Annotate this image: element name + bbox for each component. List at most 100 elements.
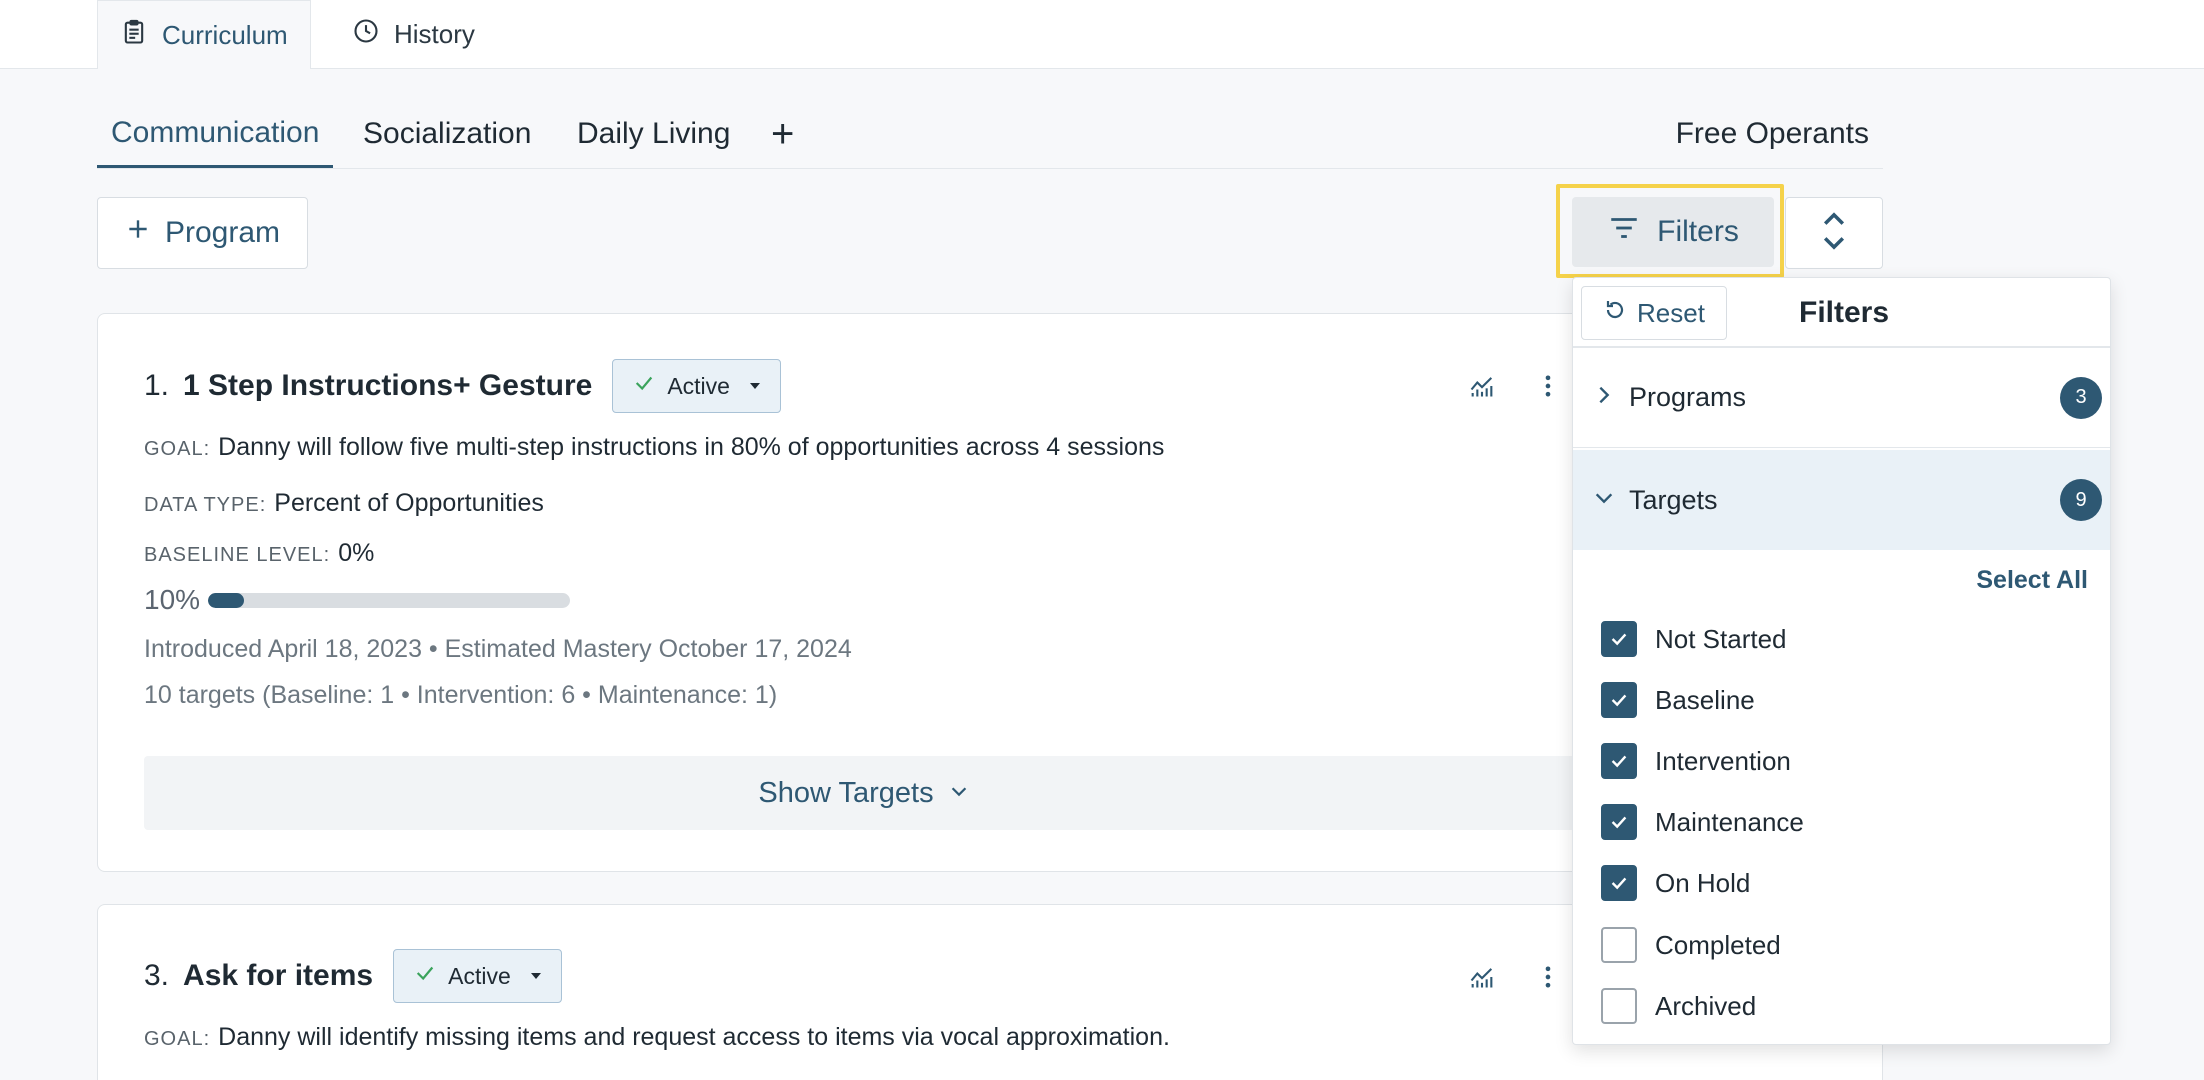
goal-text: Danny will identify missing items and re… bbox=[218, 1023, 1170, 1051]
program-dates: Introduced April 18, 2023 • Estimated Ma… bbox=[144, 635, 852, 663]
program-name[interactable]: 1 Step Instructions+ Gesture bbox=[183, 369, 592, 403]
program-title: 3. Ask for items Active bbox=[144, 949, 562, 1003]
program-actions bbox=[1468, 963, 1562, 996]
program-actions bbox=[1468, 372, 1562, 405]
progress-percent: 10% bbox=[144, 584, 201, 615]
expand-collapse-button[interactable] bbox=[1785, 197, 1883, 269]
select-all-link[interactable]: Select All bbox=[1976, 566, 2088, 595]
subject-tabs: Communication Socialization Daily Living… bbox=[97, 100, 1883, 169]
filter-section-targets[interactable]: Targets 9 bbox=[1573, 450, 2110, 550]
checkbox-checked[interactable] bbox=[1601, 865, 1637, 901]
tab-daily-living[interactable]: Daily Living bbox=[563, 100, 744, 168]
filters-button-label: Filters bbox=[1657, 215, 1739, 248]
check-icon bbox=[1611, 816, 1627, 829]
plus-icon bbox=[125, 216, 151, 250]
reset-button[interactable]: Reset bbox=[1581, 286, 1727, 340]
count-badge: 3 bbox=[2060, 376, 2102, 419]
section-label: Targets bbox=[1629, 484, 1718, 515]
progress-bar bbox=[208, 592, 570, 608]
status-dropdown[interactable]: Active bbox=[612, 359, 781, 413]
unfold-icon bbox=[1819, 209, 1849, 258]
checkbox-unchecked[interactable] bbox=[1601, 927, 1637, 963]
filter-option-label: Completed bbox=[1655, 929, 1781, 960]
tab-history[interactable]: History bbox=[330, 0, 497, 69]
chevron-down-icon bbox=[948, 777, 970, 810]
filter-section-programs[interactable]: Programs 3 bbox=[1573, 348, 2110, 448]
status-label: Active bbox=[667, 372, 730, 399]
filters-panel: Reset Filters Programs 3 Targets 9 Selec… bbox=[1572, 277, 2111, 1045]
reset-icon bbox=[1603, 298, 1627, 329]
tab-communication[interactable]: Communication bbox=[97, 100, 334, 168]
check-icon bbox=[633, 372, 655, 401]
more-vertical-icon[interactable] bbox=[1534, 372, 1562, 405]
filter-option[interactable]: Maintenance bbox=[1601, 804, 1804, 840]
status-label: Active bbox=[448, 962, 511, 989]
filter-option-label: Baseline bbox=[1655, 684, 1755, 715]
check-icon bbox=[414, 962, 436, 991]
baseline-value: 0% bbox=[338, 539, 375, 567]
goal-field: GOAL: Danny will identify missing items … bbox=[144, 1023, 1170, 1052]
filters-button[interactable]: Filters bbox=[1572, 197, 1774, 267]
show-targets-label: Show Targets bbox=[758, 776, 934, 809]
caret-down-icon bbox=[530, 973, 541, 979]
filter-option-label: Maintenance bbox=[1655, 806, 1804, 837]
filter-option[interactable]: Intervention bbox=[1601, 743, 1791, 779]
filter-option[interactable]: On Hold bbox=[1601, 865, 1750, 901]
reset-label: Reset bbox=[1637, 297, 1705, 328]
count-badge: 9 bbox=[2060, 479, 2102, 521]
goal-text: Danny will follow five multi-step instru… bbox=[218, 433, 1165, 461]
targets-summary: 10 targets (Baseline: 1 • Intervention: … bbox=[144, 681, 778, 709]
program-number: 3. bbox=[144, 959, 170, 992]
filter-icon bbox=[1607, 211, 1641, 253]
data-type-field: DATA TYPE: Percent of Opportunities bbox=[144, 489, 544, 518]
baseline-field: BASELINE LEVEL: 0% bbox=[144, 539, 374, 568]
tab-curriculum[interactable]: Curriculum bbox=[97, 0, 311, 69]
filter-option-label: Not Started bbox=[1655, 623, 1787, 654]
top-tab-bar: Curriculum History bbox=[0, 0, 2204, 69]
filter-option[interactable]: Baseline bbox=[1601, 682, 1755, 718]
check-icon bbox=[1611, 755, 1627, 768]
goal-field: GOAL: Danny will follow five multi-step … bbox=[144, 433, 1164, 462]
check-icon bbox=[1611, 633, 1627, 646]
tab-free-operants[interactable]: Free Operants bbox=[1676, 100, 1869, 168]
program-title: 1. 1 Step Instructions+ Gesture Active bbox=[144, 359, 781, 413]
goal-label: GOAL: bbox=[144, 438, 211, 460]
chart-icon[interactable] bbox=[1468, 372, 1496, 405]
add-program-button[interactable]: Program bbox=[97, 197, 308, 269]
check-icon bbox=[1611, 694, 1627, 707]
tab-curriculum-label: Curriculum bbox=[162, 19, 288, 50]
chevron-down-icon bbox=[1593, 485, 1615, 516]
tab-history-label: History bbox=[394, 19, 475, 49]
clipboard-icon bbox=[120, 18, 148, 53]
filter-option[interactable]: Not Started bbox=[1601, 621, 1787, 657]
progress-bar-fill bbox=[208, 592, 245, 608]
add-tab-button[interactable]: + bbox=[757, 100, 808, 168]
checkbox-checked[interactable] bbox=[1601, 804, 1637, 840]
filters-panel-title: Filters bbox=[1799, 296, 1890, 329]
status-dropdown[interactable]: Active bbox=[393, 949, 562, 1003]
more-vertical-icon[interactable] bbox=[1534, 963, 1562, 996]
program-number: 1. bbox=[144, 369, 170, 402]
chart-icon[interactable] bbox=[1468, 963, 1496, 996]
filter-option-label: Archived bbox=[1655, 990, 1757, 1021]
section-label: Programs bbox=[1629, 382, 1747, 412]
checkbox-checked[interactable] bbox=[1601, 682, 1637, 718]
add-program-label: Program bbox=[164, 216, 281, 249]
tab-socialization[interactable]: Socialization bbox=[349, 100, 545, 168]
filters-panel-header: Reset Filters bbox=[1573, 278, 2110, 348]
progress-row: 10% bbox=[144, 584, 570, 616]
chevron-right-icon bbox=[1593, 382, 1615, 413]
checkbox-unchecked[interactable] bbox=[1601, 988, 1637, 1024]
data-type-value: Percent of Opportunities bbox=[274, 489, 544, 517]
filter-option-label: Intervention bbox=[1655, 745, 1791, 776]
filter-option[interactable]: Archived bbox=[1601, 988, 1756, 1024]
program-name[interactable]: Ask for items bbox=[183, 959, 373, 993]
baseline-label: BASELINE LEVEL: bbox=[144, 544, 331, 566]
show-targets-button[interactable]: Show Targets bbox=[144, 756, 1584, 830]
filter-option-label: On Hold bbox=[1655, 867, 1751, 898]
checkbox-checked[interactable] bbox=[1601, 743, 1637, 779]
checkbox-checked[interactable] bbox=[1601, 621, 1637, 657]
caret-down-icon bbox=[749, 383, 760, 389]
filter-option[interactable]: Completed bbox=[1601, 927, 1781, 963]
data-type-label: DATA TYPE: bbox=[144, 494, 267, 516]
